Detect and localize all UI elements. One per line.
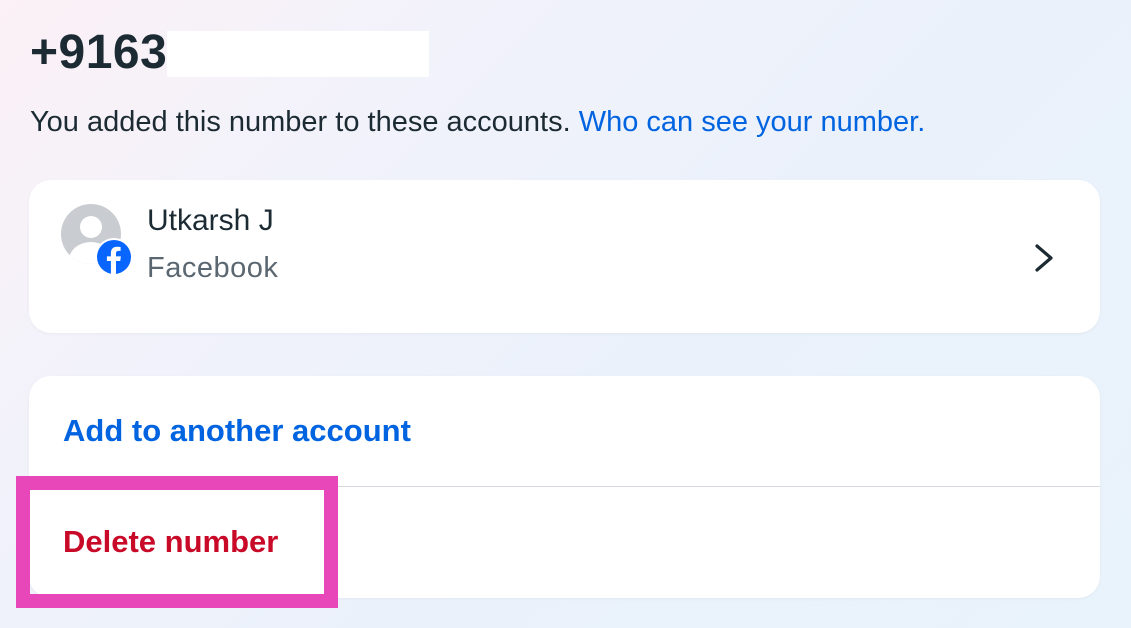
redacted-digits xyxy=(167,31,430,77)
subtitle-text: You added this number to these accounts. xyxy=(30,106,571,138)
delete-number-button[interactable]: Delete number xyxy=(29,487,1100,597)
actions-card: Add to another account Delete number xyxy=(29,376,1100,598)
account-avatar xyxy=(61,204,133,276)
chevron-right-icon[interactable] xyxy=(1029,238,1059,278)
phone-heading: +9163 xyxy=(30,24,430,80)
who-can-see-link[interactable]: Who can see your number. xyxy=(579,106,926,138)
account-name: Utkarsh J xyxy=(147,204,274,237)
phone-number: +9163 xyxy=(30,25,168,79)
account-card[interactable]: Utkarsh J Facebook xyxy=(29,180,1100,333)
facebook-icon xyxy=(95,238,133,276)
add-to-another-account-button[interactable]: Add to another account xyxy=(29,376,1100,486)
subtitle: You added this number to these accounts.… xyxy=(30,106,925,139)
account-platform: Facebook xyxy=(147,252,279,284)
